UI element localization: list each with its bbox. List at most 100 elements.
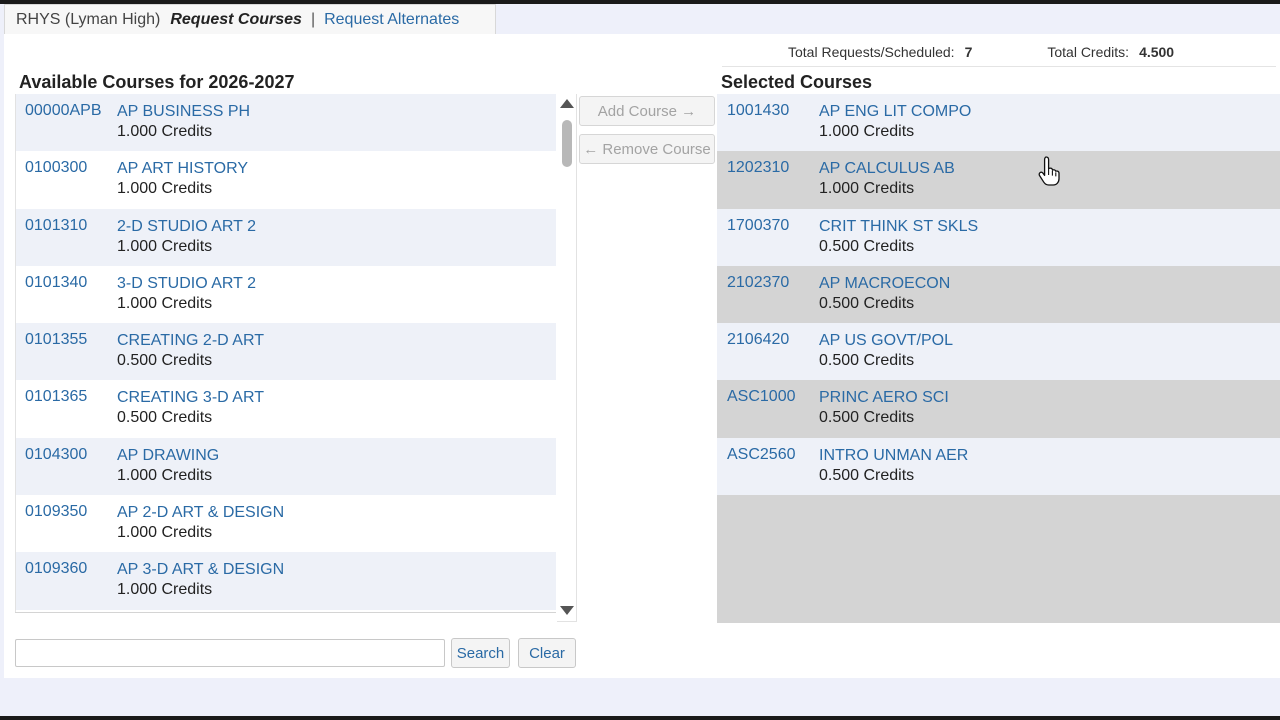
course-name[interactable]: CREATING 2-D ART — [117, 331, 264, 351]
course-info: AP ENG LIT COMPO 1.000 Credits — [819, 102, 971, 142]
course-code[interactable]: 1001430 — [717, 102, 819, 120]
course-info: AP US GOVT/POL 0.500 Credits — [819, 331, 953, 371]
course-name[interactable]: PRINC AERO SCI — [819, 388, 949, 408]
course-credits: 0.500 Credits — [819, 352, 915, 370]
course-credits: 1.000 Credits — [117, 237, 213, 255]
course-row[interactable]: 0104300 AP DRAWING 1.000 Credits — [15, 437, 556, 496]
course-name[interactable]: 2-D STUDIO ART 2 — [117, 217, 256, 237]
course-info: CREATING 3-D ART 0.500 Credits — [117, 388, 264, 428]
course-row[interactable]: 0101365 CREATING 3-D ART 0.500 Credits — [15, 380, 556, 437]
tab-request-courses[interactable]: Request Courses — [170, 11, 302, 29]
course-name[interactable]: AP CALCULUS AB — [819, 159, 955, 179]
remove-course-button[interactable]: ← Remove Course — [579, 134, 715, 164]
course-name[interactable]: INTRO UNMAN AER — [819, 446, 968, 466]
course-name[interactable]: AP MACROECON — [819, 274, 950, 294]
search-button[interactable]: Search — [451, 638, 510, 668]
course-info: AP CALCULUS AB 1.000 Credits — [819, 159, 955, 199]
course-row[interactable]: 0109360 AP 3-D ART & DESIGN 1.000 Credits — [15, 552, 556, 610]
course-name[interactable]: AP US GOVT/POL — [819, 331, 953, 351]
course-name[interactable]: AP 3-D ART & DESIGN — [117, 560, 284, 580]
course-code[interactable]: 0109350 — [15, 503, 117, 521]
course-code[interactable]: 1202310 — [717, 159, 819, 177]
course-row[interactable]: 1001430 AP ENG LIT COMPO 1.000 Credits — [717, 94, 1280, 152]
course-row[interactable]: 0101355 CREATING 2-D ART 0.500 Credits — [15, 323, 556, 381]
course-info: CREATING 2-D ART 0.500 Credits — [117, 331, 264, 371]
totals-divider — [722, 66, 1276, 67]
course-name[interactable]: 3-D STUDIO ART 2 — [117, 274, 256, 294]
course-info: AP 2-D ART & DESIGN 1.000 Credits — [117, 503, 284, 543]
selected-courses-list[interactable]: 1001430 AP ENG LIT COMPO 1.000 Credits 1202… — [717, 94, 1280, 623]
course-code[interactable]: ASC1000 — [717, 388, 819, 406]
total-credits-value: 4.500 — [1139, 44, 1175, 60]
course-code[interactable]: 0101340 — [15, 274, 117, 292]
course-credits: 1.000 Credits — [117, 180, 213, 198]
course-code[interactable]: 0101365 — [15, 388, 117, 406]
course-credits: 1.000 Credits — [819, 180, 915, 198]
course-code[interactable]: 0109360 — [15, 560, 117, 578]
tab-separator: | — [310, 10, 316, 28]
course-name[interactable]: AP BUSINESS PH — [117, 102, 250, 122]
clear-button[interactable]: Clear — [518, 638, 576, 668]
course-code[interactable]: 0104300 — [15, 446, 117, 464]
course-info: 2-D STUDIO ART 2 1.000 Credits — [117, 217, 256, 257]
course-info: PRINC AERO SCI 0.500 Credits — [819, 388, 949, 428]
available-list-scrollbar[interactable] — [557, 94, 577, 622]
course-name[interactable]: AP 2-D ART & DESIGN — [117, 503, 284, 523]
total-requests-label: Total Requests/Scheduled: — [788, 44, 955, 60]
available-courses-list[interactable]: 00000APB AP BUSINESS PH 1.000 Credits 01003… — [15, 94, 556, 612]
course-row[interactable]: 1700370 CRIT THINK ST SKLS 0.500 Credits — [717, 208, 1280, 266]
scroll-thumb[interactable] — [562, 120, 572, 167]
course-name[interactable]: CREATING 3-D ART — [117, 388, 264, 408]
available-list-border-bottom — [15, 612, 556, 613]
course-code[interactable]: ASC2560 — [717, 446, 819, 464]
course-credits: 0.500 Credits — [819, 466, 915, 484]
course-code[interactable]: 00000APB — [15, 102, 117, 120]
course-credits: 1.000 Credits — [117, 123, 213, 140]
scroll-up-icon[interactable] — [560, 99, 574, 108]
tab-request-alternates[interactable]: Request Alternates — [324, 11, 459, 29]
course-credits: 1.000 Credits — [819, 123, 915, 140]
totals-bar: Total Requests/Scheduled: 7 Total Credit… — [788, 44, 1174, 60]
course-row[interactable]: 2106420 AP US GOVT/POL 0.500 Credits — [717, 323, 1280, 381]
total-credits-label: Total Credits: — [1047, 44, 1130, 60]
course-code[interactable]: 2106420 — [717, 331, 819, 349]
course-row[interactable]: 0109350 AP 2-D ART & DESIGN 1.000 Credits — [15, 495, 556, 552]
course-info: AP BUSINESS PH 1.000 Credits — [117, 102, 250, 142]
available-list-border — [15, 94, 16, 613]
course-credits: 0.500 Credits — [819, 294, 915, 312]
course-row[interactable]: ASC2560 INTRO UNMAN AER 0.500 Credits — [717, 437, 1280, 496]
course-row[interactable]: ASC1000 PRINC AERO SCI 0.500 Credits — [717, 380, 1280, 437]
course-row[interactable]: 0101310 2-D STUDIO ART 2 1.000 Credits — [15, 208, 556, 266]
course-info: AP 3-D ART & DESIGN 1.000 Credits — [117, 560, 284, 600]
course-name[interactable]: CRIT THINK ST SKLS — [819, 217, 978, 237]
course-credits: 1.000 Credits — [117, 581, 213, 599]
course-credits: 0.500 Credits — [117, 409, 213, 427]
available-courses-title: Available Courses for 2026-2027 — [19, 72, 295, 92]
course-name[interactable]: AP DRAWING — [117, 446, 219, 466]
course-code[interactable]: 0101355 — [15, 331, 117, 349]
course-row[interactable]: 2102370 AP MACROECON 0.500 Credits — [717, 266, 1280, 323]
scroll-down-icon[interactable] — [560, 606, 574, 615]
course-code[interactable]: 1700370 — [717, 217, 819, 235]
tab-bar: RHYS (Lyman High) Request Courses | Requ… — [4, 4, 496, 34]
course-name[interactable]: AP ENG LIT COMPO — [819, 102, 971, 122]
course-code[interactable]: 2102370 — [717, 274, 819, 292]
course-credits: 1.000 Credits — [117, 466, 213, 484]
course-row[interactable]: 00000APB AP BUSINESS PH 1.000 Credits — [15, 94, 556, 152]
course-name[interactable]: AP ART HISTORY — [117, 159, 248, 179]
add-course-button[interactable]: Add Course → — [579, 96, 715, 126]
course-row[interactable]: 0100300 AP ART HISTORY 1.000 Credits — [15, 151, 556, 208]
school-label: RHYS (Lyman High) — [16, 10, 161, 28]
course-info: AP MACROECON 0.500 Credits — [819, 274, 950, 314]
course-row[interactable]: 1202310 AP CALCULUS AB 1.000 Credits — [717, 151, 1280, 208]
course-credits: 0.500 Credits — [819, 237, 915, 255]
course-credits: 0.500 Credits — [819, 409, 915, 427]
course-code[interactable]: 0100300 — [15, 159, 117, 177]
course-credits: 1.000 Credits — [117, 524, 213, 542]
course-search-input[interactable] — [15, 639, 445, 667]
course-row[interactable]: 0101340 3-D STUDIO ART 2 1.000 Credits — [15, 266, 556, 323]
course-info: AP ART HISTORY 1.000 Credits — [117, 159, 248, 199]
course-info: INTRO UNMAN AER 0.500 Credits — [819, 446, 968, 486]
course-info: CRIT THINK ST SKLS 0.500 Credits — [819, 217, 978, 257]
course-code[interactable]: 0101310 — [15, 217, 117, 235]
